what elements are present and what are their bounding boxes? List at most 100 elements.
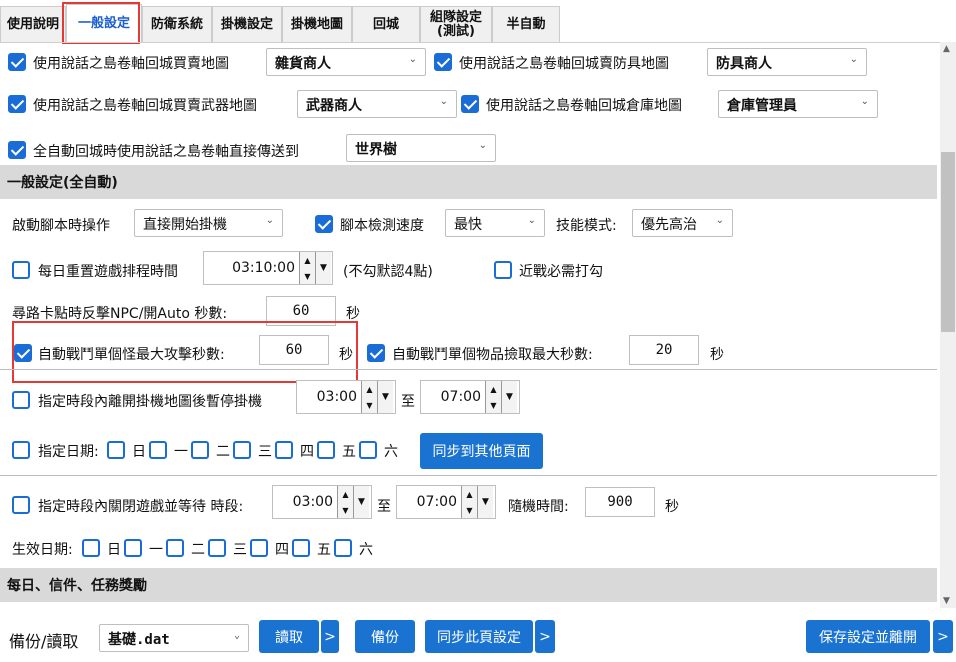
- backup-label: 備份/讀取: [9, 632, 79, 651]
- day-checkbox-thu[interactable]: [275, 441, 293, 459]
- day-label: 四: [275, 542, 289, 558]
- close-to-spinner[interactable]: 07:00 ▲ ▼ ▼: [396, 485, 496, 519]
- save-more-button[interactable]: >: [933, 620, 953, 653]
- close-from-spinner[interactable]: 03:00 ▲ ▼ ▼: [272, 485, 372, 519]
- day-label: 三: [258, 444, 272, 460]
- reset-note: (不勾默認4點): [343, 264, 433, 280]
- warehouse-checkbox[interactable]: [461, 95, 479, 113]
- skill-select[interactable]: 優先高治 ⌄: [632, 209, 733, 237]
- weapon-select[interactable]: 武器商人 ⌄: [297, 90, 457, 118]
- tab-defense[interactable]: 防衛系統: [142, 6, 212, 42]
- day-checkbox-sun[interactable]: [82, 539, 100, 557]
- tab-afk-settings[interactable]: 掛機設定: [212, 6, 282, 42]
- speed-label: 腳本檢測速度: [340, 218, 424, 234]
- day-checkbox-mon[interactable]: [124, 539, 142, 557]
- chevron-down-icon[interactable]: ▼: [315, 252, 331, 284]
- armor-select[interactable]: 防具商人 ⌄: [707, 48, 867, 76]
- close-game-label: 指定時段內關閉遊戲並等待 時段:: [38, 499, 244, 515]
- day-checkbox-wed[interactable]: [208, 539, 226, 557]
- day-checkbox-fri[interactable]: [317, 441, 335, 459]
- teleport-checkbox[interactable]: [8, 141, 26, 159]
- spin-updown-icon[interactable]: ▲ ▼: [485, 381, 501, 413]
- day-label: 三: [233, 542, 247, 558]
- scroll-down-icon[interactable]: ▼: [943, 596, 950, 606]
- reset-label: 每日重置遊戲排程時間: [38, 264, 178, 280]
- pause-from-spinner[interactable]: 03:00 ▲ ▼ ▼: [296, 380, 396, 414]
- reset-checkbox[interactable]: [12, 261, 30, 279]
- save-and-exit-button[interactable]: 保存設定並離開: [806, 620, 930, 653]
- close-game-checkbox[interactable]: [12, 496, 30, 514]
- scroll-up-icon[interactable]: ▲: [943, 44, 950, 54]
- pick-unit: 秒: [710, 347, 724, 363]
- chevron-down-icon[interactable]: ▼: [353, 486, 369, 518]
- section-header-rewards: 每日、信件、任務獎勵: [0, 568, 937, 602]
- weapon-checkbox[interactable]: [8, 95, 26, 113]
- day-checkbox-fri[interactable]: [292, 539, 310, 557]
- melee-checkbox[interactable]: [494, 261, 512, 279]
- warehouse-select[interactable]: 倉庫管理員 ⌄: [718, 90, 878, 118]
- tab-semi-auto[interactable]: 半自動: [492, 6, 560, 42]
- speed-checkbox[interactable]: [315, 215, 333, 233]
- spin-updown-icon[interactable]: ▲ ▼: [337, 486, 353, 518]
- highlight-box-tab: [62, 2, 140, 44]
- pause-checkbox[interactable]: [12, 391, 30, 409]
- highlight-box-auto-battle: [12, 321, 358, 383]
- day-checkbox-tue[interactable]: [191, 441, 209, 459]
- startup-label: 啟動腳本時操作: [12, 218, 110, 234]
- pause-from-value: 03:00: [316, 389, 357, 405]
- pause-label: 指定時段內離開掛機地圖後暫停掛機: [38, 394, 262, 410]
- spin-updown-icon[interactable]: ▲ ▼: [299, 252, 315, 284]
- sync-more-button[interactable]: >: [535, 620, 555, 653]
- day-label: 一: [174, 444, 188, 460]
- skill-label: 技能模式:: [556, 218, 617, 234]
- day-checkbox-tue[interactable]: [166, 539, 184, 557]
- day-label: 五: [342, 444, 356, 460]
- tab-afk-map[interactable]: 掛機地圖: [282, 6, 352, 42]
- divider: [0, 369, 937, 370]
- chevron-down-icon[interactable]: ▼: [501, 381, 517, 413]
- tab-party[interactable]: 組隊設定 (測試): [420, 6, 492, 42]
- day-checkbox-mon[interactable]: [149, 441, 167, 459]
- day-checkbox-thu[interactable]: [250, 539, 268, 557]
- grocery-checkbox[interactable]: [8, 53, 26, 71]
- day-checkbox-sun[interactable]: [107, 441, 125, 459]
- pause-to-spinner[interactable]: 07:00 ▲ ▼ ▼: [420, 380, 520, 414]
- day-label: 四: [300, 444, 314, 460]
- pick-input[interactable]: 20: [629, 335, 699, 365]
- backup-file-select[interactable]: 基礎.dat ⌄: [99, 624, 249, 652]
- teleport-select[interactable]: 世界樹 ⌄: [346, 134, 496, 162]
- random-time-input[interactable]: 900: [585, 487, 655, 517]
- armor-label: 使用說話之島卷軸回城賣防具地圖: [459, 56, 669, 72]
- divider: [0, 475, 937, 476]
- sync-other-pages-button[interactable]: 同步到其他頁面: [420, 433, 543, 469]
- grocery-select[interactable]: 雜貨商人 ⌄: [266, 48, 426, 76]
- day-checkbox-sat[interactable]: [334, 539, 352, 557]
- day-checkbox-wed[interactable]: [233, 441, 251, 459]
- date-checkbox[interactable]: [12, 441, 30, 459]
- chevron-down-icon[interactable]: ▼: [477, 486, 493, 518]
- tab-return[interactable]: 回城: [352, 6, 420, 42]
- spin-updown-icon[interactable]: ▲ ▼: [361, 381, 377, 413]
- date-label: 指定日期:: [38, 444, 99, 460]
- bottom-toolbar: 備份/讀取 基礎.dat ⌄ 讀取 > 備份 同步此頁設定 > 保存設定並離開 >: [0, 608, 956, 662]
- day-label: 二: [216, 444, 230, 460]
- reset-time-spinner[interactable]: 03:10:00 ▲ ▼ ▼: [203, 251, 333, 285]
- warehouse-label: 使用說話之島卷軸回城倉庫地圖: [486, 98, 682, 114]
- spin-updown-icon[interactable]: ▲ ▼: [461, 486, 477, 518]
- read-button[interactable]: 讀取: [259, 620, 319, 653]
- tab-help[interactable]: 使用說明: [0, 6, 66, 42]
- pause-to-value: 07:00: [440, 389, 481, 405]
- day-label: 六: [359, 542, 373, 558]
- armor-checkbox[interactable]: [434, 53, 452, 71]
- pick-checkbox[interactable]: [367, 344, 385, 362]
- backup-button[interactable]: 備份: [355, 620, 415, 653]
- sync-page-button[interactable]: 同步此頁設定: [425, 620, 533, 653]
- scrollbar-thumb[interactable]: [941, 152, 955, 332]
- day-label: 六: [384, 444, 398, 460]
- speed-select[interactable]: 最快 ⌄: [445, 209, 545, 237]
- close-to-value: 07:00: [416, 494, 457, 510]
- chevron-down-icon[interactable]: ▼: [377, 381, 393, 413]
- day-checkbox-sat[interactable]: [359, 441, 377, 459]
- startup-select[interactable]: 直接開始掛機 ⌄: [134, 209, 283, 237]
- read-more-button[interactable]: >: [321, 620, 339, 653]
